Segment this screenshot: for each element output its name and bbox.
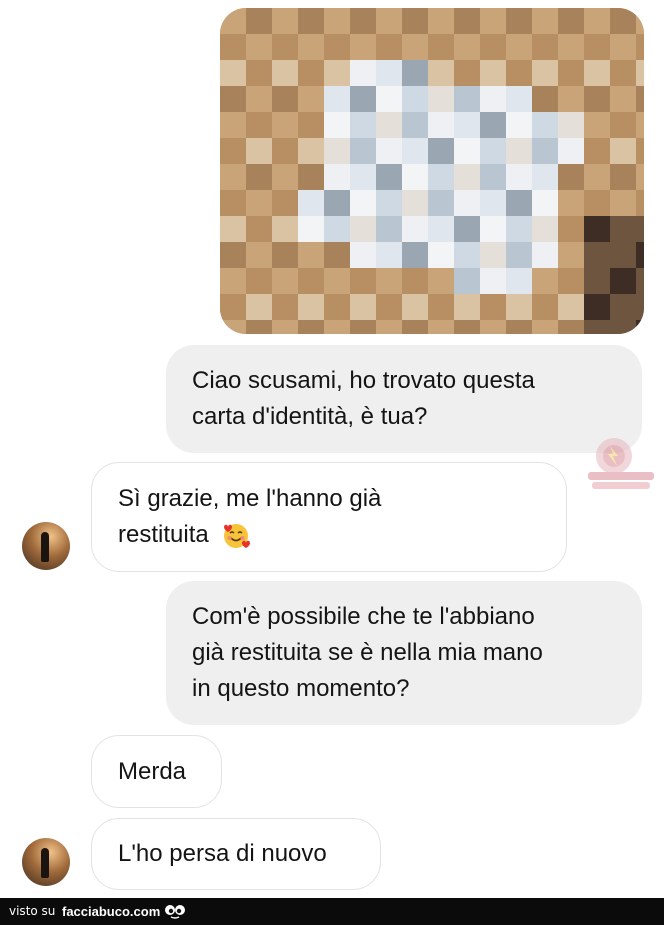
message-text-fragment: restituita [118, 521, 209, 548]
message-text-line: già restituita se è nella mia mano [192, 639, 543, 666]
message-text-line: Ciao scusami, ho trovato questa [192, 367, 535, 394]
eyes-logo-icon [165, 905, 185, 919]
message-text-line: carta d'identità, è tua? [192, 403, 428, 430]
footer-site-link[interactable]: facciabuco.com [62, 898, 160, 925]
contact-avatar[interactable] [22, 838, 70, 886]
message-text-line: restituita [118, 517, 540, 553]
message-bubble-outgoing[interactable]: Com'è possibile che te l'abbiano già res… [166, 581, 642, 725]
message-text-line: in questo momento? [192, 675, 410, 702]
message-text-line: Com'è possibile che te l'abbiano [192, 603, 535, 630]
message-bubble-incoming[interactable]: L'ho persa di nuovo [91, 818, 381, 890]
message-text-line: Merda [118, 757, 187, 785]
message-bubble-outgoing[interactable]: Ciao scusami, ho trovato questa carta d'… [166, 345, 642, 453]
footer-prefix: visto su [9, 904, 56, 918]
contact-avatar[interactable] [22, 522, 70, 570]
message-bubble-incoming[interactable]: Merda [91, 735, 222, 808]
shared-photo-pixelated[interactable] [220, 8, 644, 334]
smiling-face-with-hearts-icon [224, 523, 251, 548]
watermark-logo [588, 438, 654, 489]
message-text-line: Sì grazie, me l'hanno già [118, 485, 382, 512]
message-bubble-incoming[interactable]: Sì grazie, me l'hanno già restituita [91, 462, 567, 572]
footer-bar: visto su facciabuco.com [0, 898, 664, 925]
message-text-line: L'ho persa di nuovo [118, 840, 327, 867]
